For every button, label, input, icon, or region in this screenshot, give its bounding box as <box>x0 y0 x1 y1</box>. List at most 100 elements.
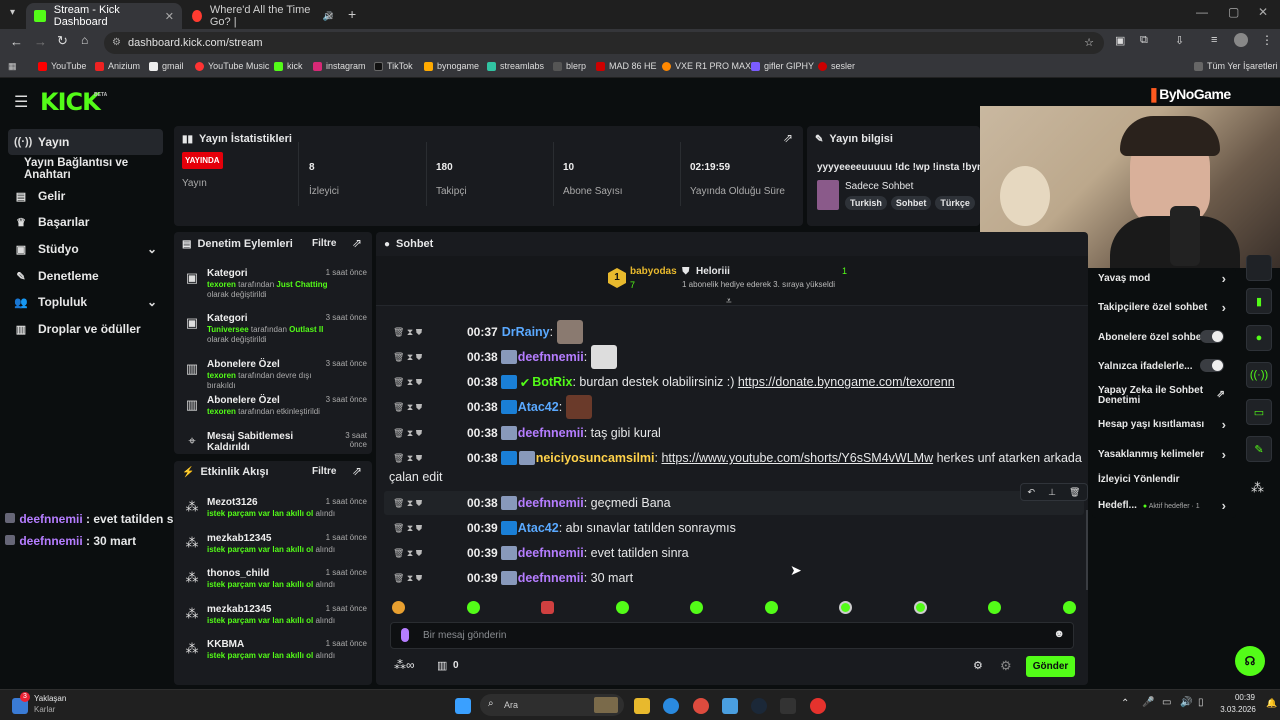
bookmark-vxe[interactable]: VXE R1 PRO MAX <box>662 61 751 71</box>
tab-youtube[interactable]: Where'd All the Time Go? | 🔊 ✕ <box>184 3 342 29</box>
message-user[interactable]: Atac42 <box>518 400 559 414</box>
bookmark-youtube[interactable]: YouTube <box>38 61 86 71</box>
mod-user-link[interactable]: texoren <box>207 371 236 380</box>
activity-user[interactable]: Mezot3126 <box>207 497 258 508</box>
clock-time[interactable]: 00:39 <box>1230 693 1260 702</box>
sidebar-item-basarilar[interactable]: ♛ Başarılar <box>8 209 163 235</box>
chat-icon[interactable]: ● <box>1246 325 1272 351</box>
settings-gear-icon[interactable]: ⚙ <box>973 659 983 672</box>
message-tools[interactable]: 🗑 ⧗ ⛊ <box>393 453 467 464</box>
activity-user[interactable]: KKBMA <box>207 639 244 650</box>
sidebar-item-stream-key[interactable]: Yayın Bağlantısı ve Anahtarı <box>8 156 163 182</box>
tab-kick-dashboard[interactable]: Stream - Kick Dashboard ✕ <box>26 3 182 29</box>
message-user[interactable]: deefnnemii <box>518 426 584 440</box>
kick-logo[interactable]: KICK <box>40 88 101 116</box>
message-tools[interactable]: 🗑 ⧗ ⛊ <box>393 428 467 439</box>
chat-scrollbar[interactable] <box>1086 510 1088 590</box>
bookmark-star-icon[interactable]: ☆ <box>1084 32 1094 54</box>
message-tools[interactable]: 🗑 ⧗ ⛊ <box>393 352 467 363</box>
edge-icon[interactable] <box>663 698 679 714</box>
downloads-icon[interactable]: ⇩ <box>1175 34 1184 47</box>
screen-icon[interactable]: ▭ <box>1246 399 1272 425</box>
bookmark-blerp[interactable]: blerp <box>553 61 586 71</box>
message-user[interactable]: deefnnemii <box>518 546 584 560</box>
epic-games-icon[interactable] <box>780 698 796 714</box>
window-close-icon[interactable]: ✕ <box>1258 5 1268 19</box>
support-chat-icon[interactable]: ☊ <box>1235 646 1265 676</box>
setting-ai-moderation[interactable]: Yapay Zeka ile Sohbet Denetimi ⇗ <box>1098 386 1225 406</box>
sidebar-item-denetleme[interactable]: ✎ Denetleme <box>8 263 163 289</box>
wrench-icon[interactable]: ✎ <box>1246 436 1272 462</box>
tag[interactable]: Sohbet <box>890 196 932 210</box>
message-tools[interactable]: 🗑 ⧗ ⛊ <box>393 377 467 388</box>
bookmark-youtube-music[interactable]: YouTube Music <box>195 61 269 71</box>
mod-user-link[interactable]: texoren <box>207 280 236 289</box>
sidebar-item-topluluk[interactable]: 👥 Topluluk ⌄ <box>8 289 163 315</box>
toolbar-button[interactable] <box>1246 255 1272 281</box>
filter-button[interactable]: Filtre <box>312 466 336 477</box>
leader-name[interactable]: Heloriii <box>696 266 730 277</box>
battery-icon[interactable]: ▯ <box>1198 697 1204 708</box>
emote-icon[interactable] <box>764 601 778 614</box>
popout-icon[interactable]: ⇗ <box>783 131 793 145</box>
notes-icon[interactable]: ▮ <box>1246 288 1272 314</box>
setting-goals[interactable]: Hedefl... ● Aktif hedefler · 1 › <box>1098 498 1228 513</box>
extension-icon[interactable]: ▣ <box>1115 34 1125 47</box>
setting-viewer-redirect[interactable]: İzleyici Yönlendir <box>1098 474 1228 485</box>
emote-icon[interactable] <box>541 601 555 614</box>
reload-icon[interactable]: ↻ <box>57 33 68 49</box>
emote-icon[interactable] <box>466 601 480 614</box>
setting-followers-only[interactable]: Takipçilere özel sohbet › <box>1098 300 1228 315</box>
setting-emote-only[interactable]: Yalnızca ifadelerle... <box>1098 359 1228 372</box>
popout-icon[interactable]: ⇗ <box>352 464 362 478</box>
tag[interactable]: Turkish <box>845 196 887 210</box>
tray-chevron-icon[interactable]: ⌃ <box>1121 698 1129 709</box>
activity-user[interactable]: thonos_child <box>207 568 269 579</box>
chat-input-box[interactable]: Bir mesaj gönderin ☻ <box>390 622 1074 649</box>
bot-icon[interactable]: ⚙ <box>1000 658 1012 674</box>
obs-icon[interactable] <box>810 698 826 714</box>
tag[interactable]: Türkçe <box>935 196 975 210</box>
activity-user[interactable]: mezkab12345 <box>207 533 272 544</box>
bookmark-giphy[interactable]: gifler GIPHY <box>751 61 814 71</box>
bookmark-tiktok[interactable]: TikTok <box>374 61 413 71</box>
hamburger-menu-icon[interactable]: ☰ <box>14 92 28 112</box>
url-field[interactable]: ⚙ dashboard.kick.com/stream ☆ <box>104 32 1104 54</box>
sidebar-item-studyo[interactable]: ▣ Stüdyo ⌄ <box>8 236 163 262</box>
store-icon[interactable] <box>722 698 738 714</box>
leader-name[interactable]: babyodas <box>630 266 677 277</box>
setting-account-age[interactable]: Hesap yaşı kısıtlaması › <box>1098 417 1228 432</box>
filter-button[interactable]: Filtre <box>312 238 336 249</box>
message-tools[interactable]: 🗑 ⧗ ⛊ <box>393 498 467 509</box>
home-icon[interactable]: ⌂ <box>81 33 88 47</box>
message-user[interactable]: deefnnemii <box>518 571 584 585</box>
bookmark-mad86[interactable]: MAD 86 HE <box>596 61 657 71</box>
emote-icon[interactable] <box>392 601 405 614</box>
puzzle-icon[interactable]: ⧉ <box>1140 34 1148 47</box>
message-tools[interactable]: 🗑 ⧗ ⛊ <box>393 548 467 559</box>
message-tools[interactable]: 🗑 ⧗ ⛊ <box>393 573 467 584</box>
steam-icon[interactable] <box>751 698 767 714</box>
profile-avatar[interactable] <box>1234 33 1248 47</box>
bookmark-anizium[interactable]: Anizium <box>95 61 140 71</box>
mod-user-link[interactable]: Tuniversee <box>207 325 249 334</box>
emote-icon[interactable] <box>913 601 927 614</box>
sidebar-item-gelir[interactable]: ▤ Gelir <box>8 183 163 209</box>
tab-search-icon[interactable]: ▾ <box>10 7 15 18</box>
bookmark-gmail[interactable]: gmail <box>149 61 184 71</box>
bookmark-bynogame[interactable]: bynogame <box>424 61 479 71</box>
message-user[interactable]: deefnnemii <box>518 350 584 364</box>
taskbar-search[interactable]: ⌕ Ara <box>480 694 624 716</box>
scroll-down-icon[interactable]: ⩡ <box>726 296 732 307</box>
bookmark-sesler[interactable]: sesler <box>818 61 855 71</box>
maximize-icon[interactable]: ▢ <box>1228 5 1239 19</box>
emote-icon[interactable] <box>615 601 629 614</box>
message-tools[interactable]: 🗑 ⧗ ⛊ <box>393 523 467 534</box>
minimize-icon[interactable]: — <box>1196 5 1208 19</box>
broadcast-icon[interactable]: ((·)) <box>1246 362 1272 388</box>
bookmark-streamlabs[interactable]: streamlabs <box>487 61 544 71</box>
bookmark-instagram[interactable]: instagram <box>313 61 366 71</box>
toggle-switch[interactable] <box>1200 330 1224 343</box>
setting-banned-words[interactable]: Yasaklanmış kelimeler › <box>1098 447 1228 462</box>
reply-icon[interactable]: ↶ <box>1028 487 1036 498</box>
